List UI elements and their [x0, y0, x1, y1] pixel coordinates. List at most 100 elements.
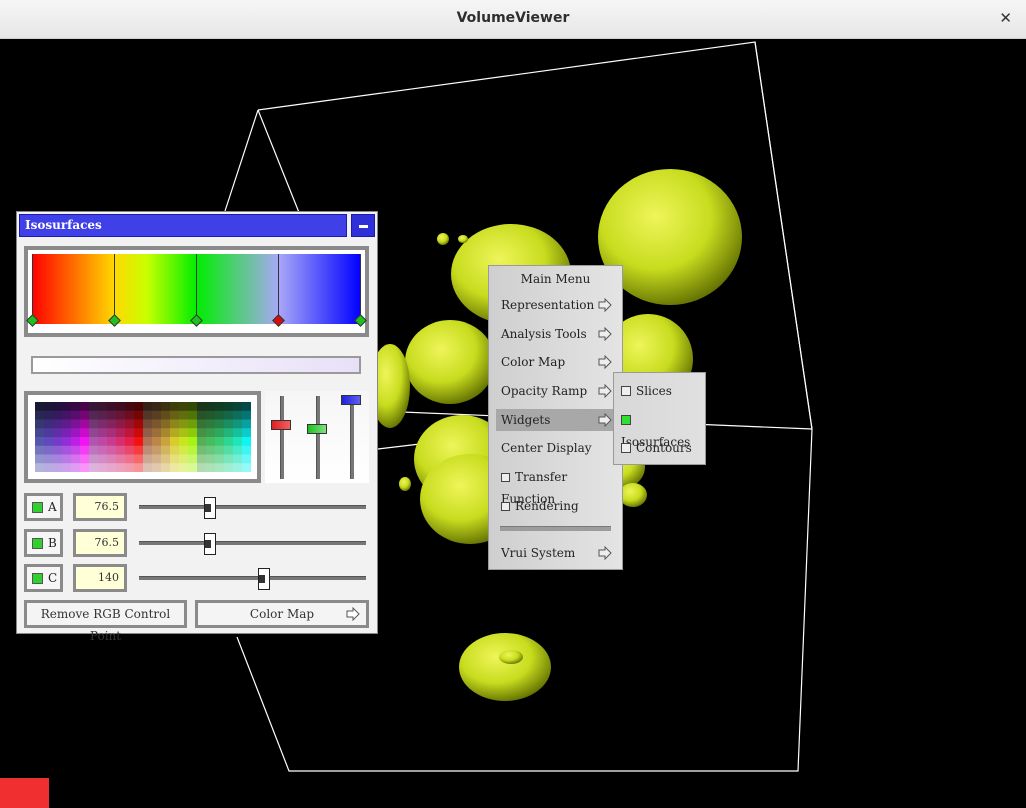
palette-swatch[interactable]: [116, 454, 126, 464]
isovalue-a-field[interactable]: 76.5: [73, 493, 127, 521]
palette-swatch[interactable]: [89, 463, 99, 472]
palette-swatch[interactable]: [80, 445, 90, 455]
palette-swatch[interactable]: [44, 445, 54, 455]
palette-swatch[interactable]: [215, 428, 225, 438]
palette-swatch[interactable]: [215, 419, 225, 429]
palette-swatch[interactable]: [71, 410, 81, 420]
palette-swatch[interactable]: [134, 454, 144, 464]
palette-swatch[interactable]: [242, 463, 251, 472]
palette-swatch[interactable]: [224, 419, 234, 429]
palette-swatch[interactable]: [152, 410, 162, 420]
menu-item-center-display[interactable]: Center Display: [496, 437, 616, 459]
palette-swatch[interactable]: [125, 454, 135, 464]
palette-swatch[interactable]: [170, 437, 180, 447]
palette-swatch[interactable]: [62, 419, 72, 429]
palette-swatch[interactable]: [206, 402, 216, 412]
palette-swatch[interactable]: [179, 419, 189, 429]
palette-swatch[interactable]: [116, 419, 126, 429]
palette-swatch[interactable]: [89, 454, 99, 464]
palette-swatch[interactable]: [188, 437, 198, 447]
palette-swatch[interactable]: [233, 454, 243, 464]
palette-swatch[interactable]: [107, 454, 117, 464]
palette-swatch[interactable]: [188, 410, 198, 420]
palette-swatch[interactable]: [197, 402, 207, 412]
palette-swatch[interactable]: [206, 419, 216, 429]
green-slider-knob[interactable]: [307, 424, 327, 434]
palette-swatch[interactable]: [143, 410, 153, 420]
palette-swatch[interactable]: [233, 445, 243, 455]
palette-swatch[interactable]: [116, 437, 126, 447]
palette-swatch[interactable]: [98, 410, 108, 420]
palette-swatch[interactable]: [197, 437, 207, 447]
palette-swatch[interactable]: [233, 428, 243, 438]
palette-swatch[interactable]: [206, 454, 216, 464]
palette-swatch[interactable]: [152, 402, 162, 412]
palette-swatch[interactable]: [197, 463, 207, 472]
palette-swatch[interactable]: [35, 428, 45, 438]
menu-item-analysis-tools[interactable]: Analysis Tools: [496, 323, 616, 345]
palette-swatch[interactable]: [116, 402, 126, 412]
palette-swatch[interactable]: [53, 428, 63, 438]
blue-slider-knob[interactable]: [341, 395, 361, 405]
palette-swatch[interactable]: [98, 437, 108, 447]
palette-swatch[interactable]: [179, 428, 189, 438]
submenu-item-contours[interactable]: Contours: [621, 437, 703, 459]
palette-swatch[interactable]: [161, 402, 171, 412]
palette-swatch[interactable]: [89, 410, 99, 420]
palette-swatch[interactable]: [44, 410, 54, 420]
submenu-item-isosurfaces[interactable]: Isosurfaces: [621, 409, 703, 449]
palette-swatch[interactable]: [143, 454, 153, 464]
palette-swatch[interactable]: [206, 445, 216, 455]
palette-swatch[interactable]: [233, 419, 243, 429]
menu-item-opacity-ramp[interactable]: Opacity Ramp: [496, 380, 616, 402]
palette-swatch[interactable]: [161, 437, 171, 447]
palette-swatch[interactable]: [161, 428, 171, 438]
palette-swatch[interactable]: [125, 410, 135, 420]
palette-swatch[interactable]: [98, 463, 108, 472]
palette-swatch[interactable]: [53, 437, 63, 447]
palette-swatch[interactable]: [152, 428, 162, 438]
palette-swatch[interactable]: [71, 454, 81, 464]
palette-swatch[interactable]: [71, 419, 81, 429]
palette-swatch[interactable]: [152, 463, 162, 472]
palette-swatch[interactable]: [224, 402, 234, 412]
palette-swatch[interactable]: [98, 454, 108, 464]
palette-swatch[interactable]: [161, 454, 171, 464]
palette-swatch[interactable]: [170, 428, 180, 438]
palette-swatch[interactable]: [242, 419, 251, 429]
palette-swatch[interactable]: [197, 419, 207, 429]
palette-swatch[interactable]: [224, 454, 234, 464]
palette-swatch[interactable]: [35, 463, 45, 472]
palette-swatch[interactable]: [143, 428, 153, 438]
palette-swatch[interactable]: [134, 428, 144, 438]
palette-swatch[interactable]: [116, 445, 126, 455]
palette-swatch[interactable]: [71, 428, 81, 438]
palette-swatch[interactable]: [107, 437, 117, 447]
palette-swatch[interactable]: [134, 410, 144, 420]
palette-swatch[interactable]: [35, 419, 45, 429]
palette-swatch[interactable]: [80, 463, 90, 472]
palette-swatch[interactable]: [242, 402, 251, 412]
palette-swatch[interactable]: [143, 463, 153, 472]
palette-swatch[interactable]: [53, 445, 63, 455]
color-palette[interactable]: [35, 402, 251, 472]
palette-swatch[interactable]: [44, 437, 54, 447]
palette-swatch[interactable]: [170, 445, 180, 455]
palette-swatch[interactable]: [143, 402, 153, 412]
palette-swatch[interactable]: [71, 437, 81, 447]
palette-swatch[interactable]: [80, 402, 90, 412]
palette-swatch[interactable]: [44, 419, 54, 429]
palette-swatch[interactable]: [179, 402, 189, 412]
palette-swatch[interactable]: [206, 437, 216, 447]
palette-swatch[interactable]: [242, 445, 251, 455]
palette-swatch[interactable]: [80, 428, 90, 438]
isovalue-a-slider[interactable]: [204, 497, 216, 519]
isovalue-c-toggle[interactable]: C: [24, 564, 63, 592]
palette-swatch[interactable]: [71, 445, 81, 455]
palette-swatch[interactable]: [71, 402, 81, 412]
palette-swatch[interactable]: [44, 402, 54, 412]
palette-swatch[interactable]: [62, 428, 72, 438]
palette-swatch[interactable]: [242, 454, 251, 464]
palette-swatch[interactable]: [215, 437, 225, 447]
palette-swatch[interactable]: [89, 445, 99, 455]
